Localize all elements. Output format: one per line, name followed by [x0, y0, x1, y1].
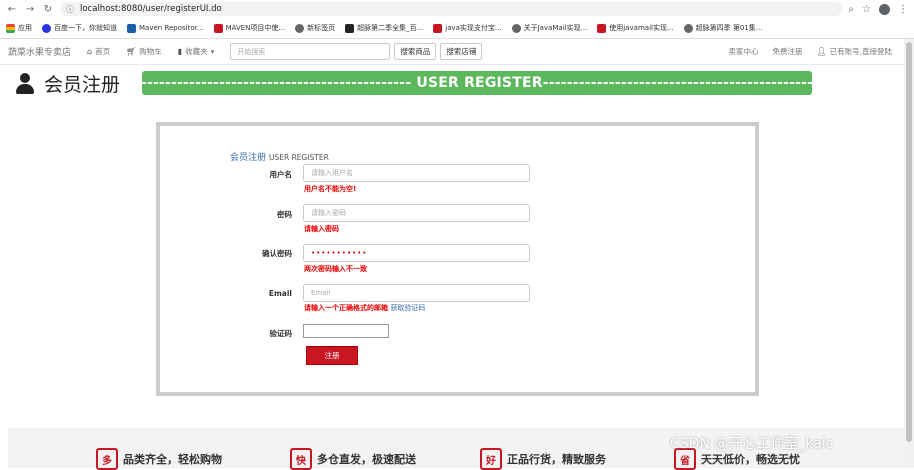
get-code-link[interactable]: 获取验证码 — [390, 304, 425, 312]
search-goods-button[interactable]: 搜索商品 — [394, 43, 437, 60]
menu-icon[interactable]: ⋮ — [898, 4, 908, 15]
back-icon[interactable]: ← — [6, 3, 18, 15]
reload-icon[interactable]: ↻ — [42, 3, 54, 15]
bookmarks-bar: 应用 百度一下，你就知道 Maven Repositor... MAVEN项目中… — [0, 18, 914, 39]
nav-cart[interactable]: 🛒︎ 购物车 — [126, 46, 162, 57]
zoom-icon[interactable]: ⌕ — [848, 4, 854, 15]
username-error: 用户名不能为空! — [304, 185, 357, 193]
confirm-password-label: 确认密码 — [262, 249, 292, 258]
csdn-icon — [597, 23, 607, 33]
service-item: 快 多仓直发，极速配送 — [290, 448, 416, 470]
bookmark-item[interactable]: java实现支付宝... — [433, 23, 502, 33]
service-item: 多 品类齐全，轻松购物 — [96, 448, 222, 470]
star-icon[interactable]: ☆ — [862, 4, 871, 15]
forward-icon[interactable]: → — [24, 3, 36, 15]
bookmark-item[interactable]: 使用javamail实现... — [597, 23, 674, 33]
bookmark-item[interactable]: 超脉第二季全集_百... — [345, 23, 423, 33]
bookmark-item[interactable]: 百度一下，你就知道 — [42, 23, 117, 33]
baidu-icon — [42, 23, 51, 33]
ticket-icon — [345, 23, 355, 33]
search-shop-button[interactable]: 搜索店铺 — [440, 43, 483, 60]
captcha-label: 验证码 — [269, 329, 293, 338]
password-input[interactable]: 请输入密码 — [303, 204, 530, 222]
badge-icon: 多 — [96, 448, 118, 470]
browser-actions: ⌕ ☆ ⋮ — [848, 3, 908, 15]
password-error: 请输入密码 — [304, 225, 339, 233]
confirm-password-input[interactable]: ••••••••••• — [303, 244, 530, 262]
service-item: 好 正品行货，精致服务 — [480, 448, 606, 470]
home-icon: ⌂ — [87, 47, 93, 56]
globe-icon — [511, 23, 521, 33]
globe-icon — [295, 23, 305, 33]
username-label: 用户名 — [269, 170, 293, 179]
email-error: 请输入一个正确格式的邮箱 获取验证码 — [304, 304, 426, 312]
caret-down-icon: ▾ — [210, 47, 215, 56]
badge-icon: 快 — [290, 448, 312, 470]
confirm-password-error: 两次密码输入不一致 — [304, 265, 367, 273]
email-label: Email — [268, 289, 292, 298]
page-title: 会员注册 — [44, 73, 121, 96]
bookmark-icon: ▮ — [177, 47, 183, 56]
bookmark-item[interactable]: MAVEN项目中使... — [213, 23, 285, 33]
free-register-link[interactable]: 免费注册 — [772, 46, 802, 57]
search-input[interactable]: 开始搜索 — [230, 43, 391, 60]
bookmark-item[interactable]: Maven Repositor... — [127, 23, 204, 33]
email-input[interactable]: Email — [303, 284, 530, 302]
browser-toolbar: ← → ↻ ⓘ localhost:8080/user/registerUI.d… — [0, 0, 914, 18]
captcha-input[interactable] — [303, 324, 389, 338]
password-label: 密码 — [277, 210, 292, 219]
bookmark-item[interactable]: 新标签页 — [295, 23, 335, 33]
user-icon: 👤︎ — [816, 47, 827, 56]
register-form: 会员注册 USER REGISTER 用户名 请输入用户名 用户名不能为空! 密码… — [156, 122, 759, 396]
csdn-icon — [213, 23, 223, 33]
apps-icon — [6, 23, 15, 33]
badge-icon: 好 — [480, 448, 502, 470]
profile-icon[interactable] — [879, 3, 890, 15]
form-heading: 会员注册 USER REGISTER — [230, 153, 329, 163]
cart-icon: 🛒︎ — [126, 47, 137, 56]
address-bar[interactable]: ⓘ localhost:8080/user/registerUI.do — [60, 2, 843, 16]
register-banner: ----------------------------------------… — [142, 71, 813, 95]
watermark: CSDN @开心工作室_kaic — [670, 436, 834, 452]
seller-center-link[interactable]: 卖家中心 — [728, 46, 758, 57]
csdn-icon — [433, 23, 443, 33]
page-header: 会员注册 -----------------------------------… — [0, 65, 914, 101]
bookmark-item[interactable]: 关于JavaMail实现... — [511, 23, 587, 33]
bookmark-item[interactable]: 应用 — [6, 23, 32, 33]
nav-home[interactable]: ⌂ 首页 — [87, 46, 110, 57]
maven-icon — [127, 23, 136, 33]
bookmark-item[interactable]: 超脉第四季 第01集... — [683, 23, 762, 33]
globe-icon — [683, 23, 693, 33]
site-navbar: 蔬菜水果专卖店 ⌂ 首页 🛒︎ 购物车 ▮ 收藏夹 ▾ 开始搜索 搜索商品 搜索店铺 卖… — [0, 39, 914, 65]
scrollbar-thumb[interactable] — [906, 42, 912, 442]
user-icon — [14, 72, 36, 94]
nav-favorites[interactable]: ▮ 收藏夹 ▾ — [178, 46, 215, 57]
url-text: localhost:8080/user/registerUI.do — [80, 4, 222, 14]
login-link[interactable]: 👤︎ 已有账号,直接登陆 — [816, 46, 892, 57]
username-input[interactable]: 请输入用户名 — [303, 164, 530, 182]
register-button[interactable]: 注册 — [306, 346, 358, 365]
site-brand[interactable]: 蔬菜水果专卖店 — [8, 45, 71, 58]
info-icon[interactable]: ⓘ — [66, 4, 74, 15]
